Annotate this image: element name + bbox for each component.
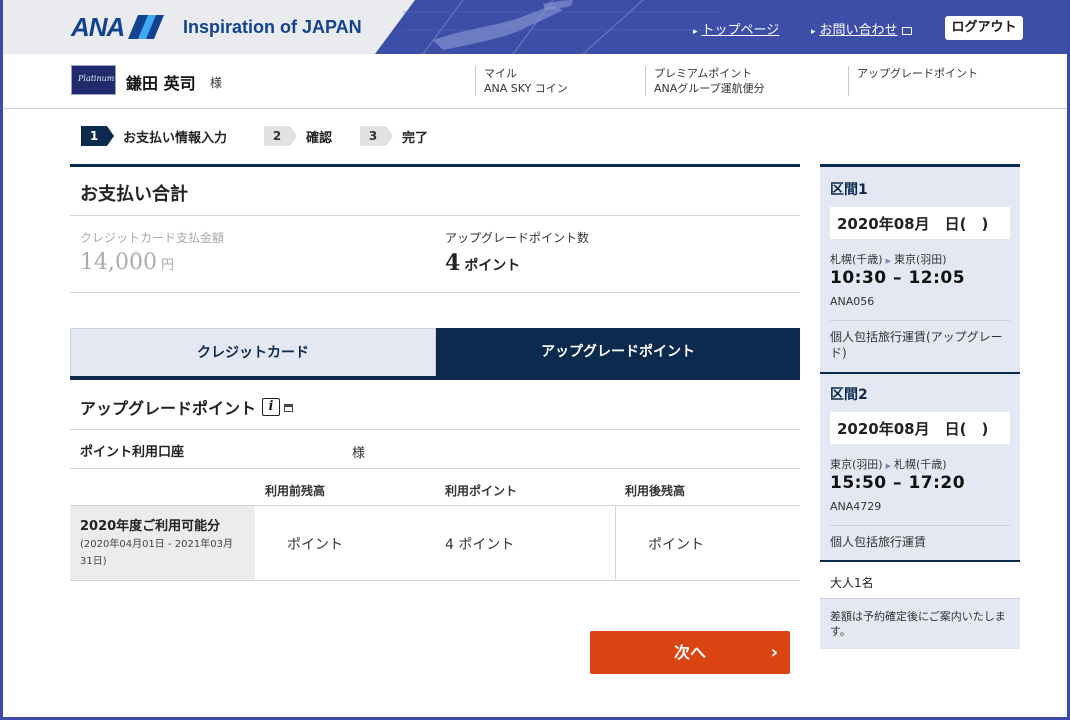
use-points-value: 4 ポイント xyxy=(445,537,515,553)
segment-1-time: 10:30 – 12:05 xyxy=(830,268,966,288)
tab-upgrade-points[interactable]: アップグレードポイント xyxy=(436,328,800,376)
segment-2-route: 東京(羽田) ▶ 札幌(千歳) xyxy=(830,456,947,472)
segment-1-fare: 個人包括旅行運賃(アップグレード) xyxy=(830,320,1010,361)
upgrade-points-title: アップグレードポイント xyxy=(80,399,257,418)
platinum-card-icon: Platinum xyxy=(71,65,116,95)
segment-separator xyxy=(820,372,1020,374)
segment-2-origin: 東京(羽田) xyxy=(830,458,883,471)
segment-2-destination: 札幌(千歳) xyxy=(893,458,947,471)
upgrade-points-count-unit: ポイント xyxy=(464,258,521,274)
external-window-icon xyxy=(901,26,912,35)
segment-1-title: 区間1 xyxy=(830,182,868,198)
upgrade-points-count: 4 ポイント xyxy=(445,250,520,276)
segment-2-flight: ANA4729 xyxy=(830,500,882,513)
payment-total-title: お支払い合計 xyxy=(70,164,800,216)
tab-credit-card[interactable]: クレジットカード xyxy=(70,328,436,376)
tagline: Inspiration of JAPAN xyxy=(183,17,362,37)
user-name: 鎌田 英司 xyxy=(126,74,196,93)
point-account-row: ポイント利用口座 様 xyxy=(70,429,800,469)
upgrade-points-label: アップグレードポイント xyxy=(857,67,978,80)
fiscal-year-title: 2020年度ご利用可能分 xyxy=(80,519,221,534)
note-divider xyxy=(820,598,1020,599)
upgrade-points-count-label: アップグレードポイント数 xyxy=(445,231,590,245)
japan-map-graphic xyxy=(403,0,723,54)
ana-logo[interactable]: ANA xyxy=(71,11,165,42)
arrow-right-icon: ▸ xyxy=(811,27,816,37)
step-2-number: 2 xyxy=(264,126,297,146)
point-account-label: ポイント利用口座 xyxy=(80,445,185,460)
step-1-label: お支払い情報入力 xyxy=(123,130,228,146)
segment-1-flight: ANA056 xyxy=(830,295,875,308)
arrow-right-icon: ▸ xyxy=(693,27,698,37)
segment-2-title: 区間2 xyxy=(830,387,868,403)
col-header-use-points: 利用ポイント xyxy=(445,484,518,498)
before-balance-value: ポイント xyxy=(287,537,343,553)
step-3-number: 3 xyxy=(360,126,393,146)
step-1: 1 お支払い情報入力 xyxy=(81,126,227,146)
credit-amount: 14,000 円 xyxy=(80,250,174,275)
external-window-icon xyxy=(284,404,294,412)
credit-amount-value: 14,000 xyxy=(80,250,157,275)
group-flights-label: ANAグループ運航便分 xyxy=(654,82,765,95)
card-text: Platinum xyxy=(78,74,115,83)
fiscal-year-cell: 2020年度ご利用可能分 (2020年04月01日 - 2021年03月31日) xyxy=(70,506,255,580)
credit-amount-unit: 円 xyxy=(160,258,174,273)
premium-points-column: プレミアムポイント ANAグループ運航便分 xyxy=(645,66,765,96)
contact-link[interactable]: ▸ お問い合わせ xyxy=(811,19,912,38)
payment-total-row: クレジットカード支払金額 14,000 円 アップグレードポイント数 4 ポイント xyxy=(70,216,800,293)
top-page-link[interactable]: ▸ トップページ xyxy=(693,19,779,38)
info-icon[interactable]: i xyxy=(262,398,281,416)
segment-2-fare: 個人包括旅行運賃 xyxy=(830,525,1010,550)
step-1-number: 1 xyxy=(81,126,114,146)
arrow-right-icon: ▶ xyxy=(885,257,891,265)
col-header-after-balance: 利用後残高 xyxy=(625,484,686,498)
miles-column: マイル ANA SKY コイン xyxy=(475,66,568,96)
miles-label: マイル xyxy=(484,67,517,80)
arrow-right-icon: ▶ xyxy=(885,462,891,470)
step-3-label: 完了 xyxy=(402,130,429,146)
passenger-count: 大人1名 xyxy=(830,576,874,590)
segment-2-time: 15:50 – 17:20 xyxy=(830,473,966,493)
points-usage-row: 2020年度ご利用可能分 (2020年04月01日 - 2021年03月31日)… xyxy=(70,505,800,581)
segment-1-date: 2020年08月 日( ) xyxy=(830,207,1010,239)
upgrade-points-count-value: 4 xyxy=(445,250,461,276)
after-balance-value: ポイント xyxy=(648,537,704,553)
fare-difference-note: 差額は予約確定後にご案内いたします。 xyxy=(830,610,1006,638)
cell-divider xyxy=(615,506,616,580)
chevron-right-icon: › xyxy=(770,642,778,663)
ana-logo-mark xyxy=(128,15,165,39)
fiscal-year-period: (2020年04月01日 - 2021年03月31日) xyxy=(80,539,233,567)
next-button-label: 次へ xyxy=(673,643,706,662)
logout-button[interactable]: ログアウト xyxy=(945,16,1023,40)
user-bar: Platinum 鎌田 英司 様 マイル ANA SKY コイン プレミアムポイ… xyxy=(3,54,1067,109)
segment-1-destination: 東京(羽田) xyxy=(893,253,947,266)
segment-1-origin: 札幌(千歳) xyxy=(830,253,883,266)
site-header: ANA Inspiration of JAPAN ▸ トップページ ▸ お問い合わせ… xyxy=(3,0,1067,54)
user-honorific: 様 xyxy=(210,76,223,90)
next-button[interactable]: 次へ › xyxy=(590,631,790,674)
step-3: 3 完了 xyxy=(360,126,428,146)
premium-points-label: プレミアムポイント xyxy=(654,67,753,80)
step-2-label: 確認 xyxy=(306,130,333,146)
contact-link-label: お問い合わせ xyxy=(819,23,898,38)
sky-coin-label: ANA SKY コイン xyxy=(484,82,568,95)
itinerary-sidebar: 区間1 2020年08月 日( ) 札幌(千歳) ▶ 東京(羽田) 10:30 – … xyxy=(820,164,1020,649)
upgrade-points-heading: アップグレードポイント i xyxy=(80,395,294,419)
payment-main: お支払い合計 クレジットカード支払金額 14,000 円 アップグレードポイント数… xyxy=(70,164,800,674)
point-account-honorific: 様 xyxy=(352,446,366,461)
top-page-link-label: トップページ xyxy=(701,23,780,38)
credit-amount-label: クレジットカード支払金額 xyxy=(80,231,225,245)
step-2: 2 確認 xyxy=(264,126,332,146)
ana-logo-text: ANA xyxy=(71,11,125,42)
upgrade-points-column: アップグレードポイント xyxy=(848,66,978,96)
col-header-before-balance: 利用前残高 xyxy=(265,484,326,498)
segment-1-route: 札幌(千歳) ▶ 東京(羽田) xyxy=(830,251,947,267)
segment-2-date: 2020年08月 日( ) xyxy=(830,412,1010,444)
payment-method-tabs: クレジットカード アップグレードポイント xyxy=(70,328,800,380)
